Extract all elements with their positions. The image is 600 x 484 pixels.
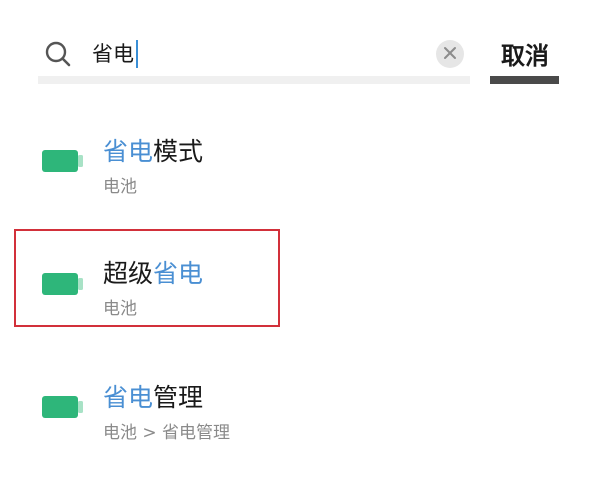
result-subtitle: 电池 > 省电管理 xyxy=(103,423,231,443)
result-title: 省电管理 xyxy=(103,378,203,414)
title-highlight: 省电 xyxy=(103,137,154,166)
cancel-underline xyxy=(490,76,559,84)
selection-highlight-frame xyxy=(14,229,280,327)
title-rest: 管理 xyxy=(153,383,204,412)
result-item-power-saving-mode[interactable]: 省电模式 电池 xyxy=(0,108,600,208)
text-caret xyxy=(136,40,138,68)
result-subtitle: 电池 xyxy=(103,177,137,197)
search-query-text: 省电 xyxy=(92,42,134,66)
search-icon xyxy=(44,40,72,68)
search-bar[interactable]: 省电 xyxy=(38,28,470,84)
search-underline xyxy=(38,76,470,84)
search-input[interactable]: 省电 xyxy=(92,38,138,70)
clear-search-button[interactable] xyxy=(436,40,464,68)
battery-icon xyxy=(42,150,84,172)
cancel-button[interactable]: 取消 xyxy=(490,28,560,84)
close-icon xyxy=(443,45,457,64)
cancel-label: 取消 xyxy=(501,42,549,70)
result-item-power-saving-management[interactable]: 省电管理 电池 > 省电管理 xyxy=(0,354,600,454)
title-rest: 模式 xyxy=(153,137,204,166)
result-title: 省电模式 xyxy=(103,132,203,168)
battery-icon xyxy=(42,396,84,418)
settings-search-page: 省电 取消 省电模式 电池 超级省电 电池 省电管理 电池 > 省电管理 xyxy=(0,0,600,484)
title-highlight: 省电 xyxy=(103,383,154,412)
